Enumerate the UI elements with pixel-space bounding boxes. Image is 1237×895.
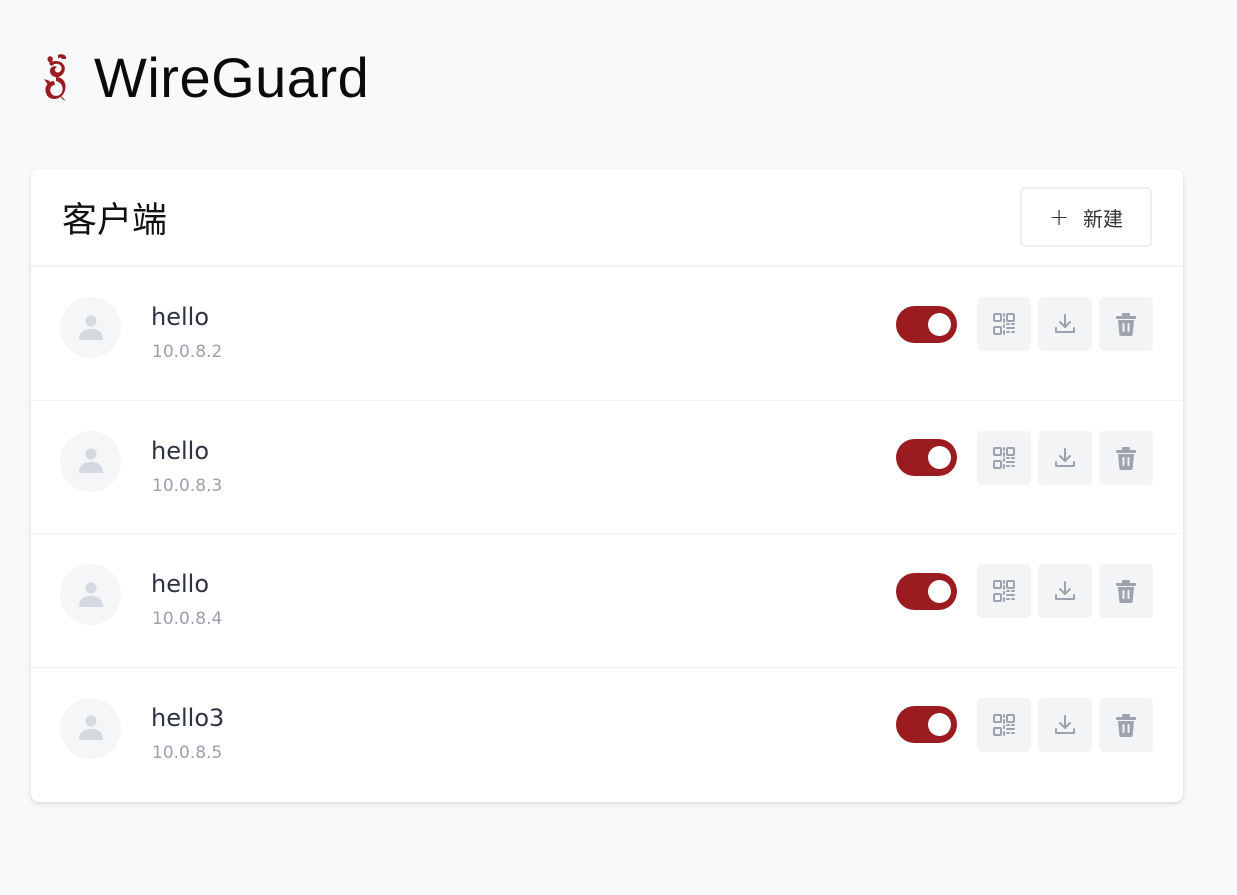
trash-icon [1116,446,1136,470]
user-icon [78,315,103,340]
avatar [60,297,121,358]
download-icon [1055,314,1075,333]
toggle-knob [928,312,951,336]
show-qrcode-button[interactable] [977,697,1031,752]
avatar [60,564,121,625]
trash-icon [1116,713,1136,737]
client-actions [896,564,1153,618]
avatar [60,697,121,759]
user-icon [78,715,103,740]
client-actions [896,430,1153,485]
client-name: hello3 [151,703,225,732]
download-config-button[interactable] [1038,697,1092,752]
download-config-button[interactable] [1038,564,1092,618]
qrcode-icon [993,313,1015,335]
new-client-button-label: 新建 [1083,206,1124,231]
toggle-knob [928,446,951,469]
client-ip: 10.0.8.2 [152,342,223,362]
client-name: hello [151,303,209,331]
delete-client-button[interactable] [1099,297,1153,351]
client-list: hello 10.0.8.2 hello 10.0.8.3 hello 10.0… [31,267,1183,801]
qrcode-icon [993,713,1015,736]
client-name: hello [151,570,209,598]
show-qrcode-button[interactable] [977,430,1031,485]
toggle-knob [928,579,951,603]
download-icon [1055,581,1075,600]
qrcode-icon [993,446,1015,469]
delete-client-button[interactable] [1099,430,1153,485]
toggle-knob [928,713,951,736]
client-enabled-toggle[interactable] [896,305,957,343]
qrcode-icon [993,580,1015,602]
show-qrcode-button[interactable] [977,297,1031,351]
download-config-button[interactable] [1038,297,1092,351]
client-row: hello3 10.0.8.5 [31,668,1183,802]
client-row: hello 10.0.8.4 [31,534,1183,668]
client-row: hello 10.0.8.3 [31,401,1183,534]
download-icon [1055,714,1075,734]
client-ip: 10.0.8.3 [152,475,223,496]
app-header: WireGuard [40,48,369,108]
client-row: hello 10.0.8.2 [31,267,1183,401]
client-enabled-toggle[interactable] [896,439,957,476]
app-title: WireGuard [94,46,370,109]
client-actions [896,697,1153,752]
avatar [60,430,121,492]
delete-client-button[interactable] [1099,697,1153,752]
clients-card-header: 客户端 + 新建 [31,169,1183,267]
client-ip: 10.0.8.4 [152,609,223,629]
clients-title: 客户端 [62,200,168,241]
download-config-button[interactable] [1038,430,1092,485]
new-client-button[interactable]: + 新建 [1020,187,1152,247]
client-ip: 10.0.8.5 [152,742,223,763]
trash-icon [1116,580,1136,603]
plus-icon: + [1048,203,1070,231]
trash-icon [1116,313,1136,336]
user-icon [78,448,103,473]
client-enabled-toggle[interactable] [896,706,957,743]
client-name: hello [151,436,209,465]
user-icon [78,582,103,607]
client-enabled-toggle[interactable] [896,572,957,610]
download-icon [1055,447,1075,467]
delete-client-button[interactable] [1099,564,1153,618]
client-actions [896,297,1153,351]
wireguard-logo-icon [44,54,67,101]
show-qrcode-button[interactable] [977,564,1031,618]
clients-card: 客户端 + 新建 hello 10.0.8.2 hello 10.0.8.3 h… [31,169,1183,802]
